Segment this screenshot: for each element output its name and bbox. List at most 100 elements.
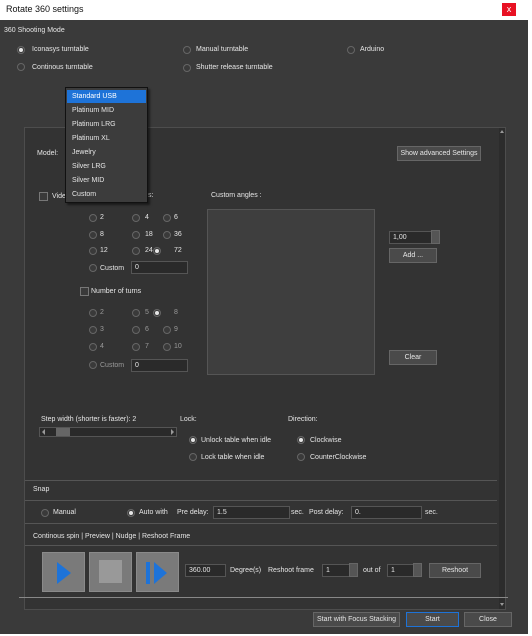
pre-delay-sec: sec.: [291, 509, 304, 516]
model-dropdown-list[interactable]: Standard USB Platinum MID Platinum LRG P…: [65, 87, 148, 203]
post-delay-label: Post delay:: [309, 509, 344, 516]
start-focus-stacking-button[interactable]: Start with Focus Stacking: [313, 612, 400, 627]
clockwise-label: Clockwise: [310, 437, 342, 444]
scroll-down-icon[interactable]: [500, 603, 504, 606]
radio-turns-5[interactable]: [132, 309, 140, 317]
custom-angles-list[interactable]: [207, 209, 375, 375]
turns-checkbox[interactable]: [80, 287, 89, 296]
model-option[interactable]: Platinum XL: [67, 132, 146, 145]
radio-turns-7[interactable]: [132, 343, 140, 351]
mode-iconasys-label: Iconasys turntable: [32, 46, 89, 53]
turns-4-label: 4: [100, 343, 104, 350]
model-option[interactable]: Platinum MID: [67, 104, 146, 117]
play-button[interactable]: [42, 552, 85, 592]
reshoot-frame-spinner[interactable]: [349, 563, 358, 577]
unlock-label: Unlock table when idle: [201, 437, 272, 444]
spin-underline: [25, 545, 497, 546]
step-width-slider[interactable]: [39, 427, 177, 437]
model-option[interactable]: Silver LRG: [67, 160, 146, 173]
video-checkbox[interactable]: [39, 192, 48, 201]
radio-shutter[interactable]: [183, 64, 191, 72]
radio-counterclockwise[interactable]: [297, 453, 305, 461]
radio-unlock[interactable]: [189, 436, 197, 444]
mode-continous-label: Continous turntable: [32, 64, 93, 71]
snap-underline: [25, 500, 497, 501]
angle-spinner[interactable]: [431, 230, 440, 244]
model-option[interactable]: Platinum LRG: [67, 118, 146, 131]
slider-right-icon[interactable]: [171, 429, 174, 435]
radio-frames-36[interactable]: [163, 231, 171, 239]
reshoot-frame-input[interactable]: 1: [322, 564, 351, 577]
radio-turns-3[interactable]: [89, 326, 97, 334]
counterclockwise-label: CounterClockwise: [310, 454, 367, 461]
model-label: Model:: [37, 150, 59, 157]
pre-delay-label: Pre delay:: [177, 509, 209, 516]
frames-custom-input[interactable]: 0: [131, 261, 188, 274]
snap-manual-label: Manual: [53, 509, 76, 516]
radio-continous[interactable]: [17, 63, 25, 71]
radio-frames-2[interactable]: [89, 214, 97, 222]
radio-clockwise[interactable]: [297, 436, 305, 444]
radio-turns-2[interactable]: [89, 309, 97, 317]
turns-5-label: 5: [145, 309, 149, 316]
settings-window: 360 Shooting Mode Iconasys turntable Con…: [0, 20, 532, 634]
radio-frames-24[interactable]: [132, 247, 140, 255]
turns-2-label: 2: [100, 309, 104, 316]
turns-8-label: 8: [174, 309, 178, 316]
close-button[interactable]: Close: [464, 612, 512, 627]
radio-snap-manual[interactable]: [41, 509, 49, 517]
clear-angles-button[interactable]: Clear: [389, 350, 437, 365]
lock-label: Lock:: [180, 416, 197, 423]
radio-frames-8[interactable]: [89, 231, 97, 239]
model-option[interactable]: Standard USB: [67, 90, 146, 103]
radio-iconasys[interactable]: [17, 46, 25, 54]
turns-custom-input[interactable]: 0: [131, 359, 188, 372]
model-option[interactable]: Silver MID: [67, 174, 146, 187]
radio-turns-9[interactable]: [163, 326, 171, 334]
radio-turns-10[interactable]: [163, 343, 171, 351]
out-of-input[interactable]: 1: [387, 564, 414, 577]
frames-18-label: 18: [145, 231, 153, 238]
radio-turns-8[interactable]: [153, 309, 161, 317]
radio-frames-custom[interactable]: [89, 264, 97, 272]
frames-6-label: 6: [174, 214, 178, 221]
model-option[interactable]: Jewelry: [67, 146, 146, 159]
radio-frames-18[interactable]: [132, 231, 140, 239]
angle-value-input[interactable]: 1,00: [389, 231, 432, 244]
reshoot-frame-label: Reshoot frame: [268, 567, 314, 574]
radio-turns-custom[interactable]: [89, 361, 97, 369]
radio-manual[interactable]: [183, 46, 191, 54]
radio-turns-6[interactable]: [132, 326, 140, 334]
turns-label: Number of turns: [91, 288, 142, 295]
radio-arduino[interactable]: [347, 46, 355, 54]
add-angle-button[interactable]: Add ...: [389, 248, 437, 263]
radio-snap-auto[interactable]: [127, 509, 135, 517]
show-advanced-settings-button[interactable]: Show advanced Settings: [397, 146, 481, 161]
slider-thumb[interactable]: [56, 428, 70, 436]
degrees-input[interactable]: 360.00: [185, 564, 226, 577]
vertical-scrollbar[interactable]: [499, 128, 505, 609]
radio-frames-6[interactable]: [163, 214, 171, 222]
radio-frames-12[interactable]: [89, 247, 97, 255]
spin-divider: [25, 523, 497, 524]
radio-turns-4[interactable]: [89, 343, 97, 351]
start-button[interactable]: Start: [406, 612, 459, 627]
reshoot-button[interactable]: Reshoot: [429, 563, 481, 578]
stop-button[interactable]: [89, 552, 132, 592]
radio-frames-4[interactable]: [132, 214, 140, 222]
close-window-button[interactable]: x: [502, 3, 516, 16]
post-delay-input[interactable]: 0.: [351, 506, 422, 519]
pre-delay-input[interactable]: 1.5: [213, 506, 290, 519]
snap-auto-label: Auto with: [139, 509, 168, 516]
step-width-label: Step width (shorter is faster): 2: [41, 416, 137, 423]
out-of-spinner[interactable]: [413, 563, 422, 577]
mode-shutter-label: Shutter release turntable: [196, 64, 273, 71]
frames-2-label: 2: [100, 214, 104, 221]
radio-lock[interactable]: [189, 453, 197, 461]
nudge-button[interactable]: [136, 552, 179, 592]
model-option[interactable]: Custom: [67, 188, 146, 201]
slider-left-icon[interactable]: [42, 429, 45, 435]
radio-frames-72[interactable]: [153, 247, 161, 255]
title-bar: Rotate 360 settings x: [0, 0, 532, 21]
scroll-up-icon[interactable]: [500, 130, 504, 133]
